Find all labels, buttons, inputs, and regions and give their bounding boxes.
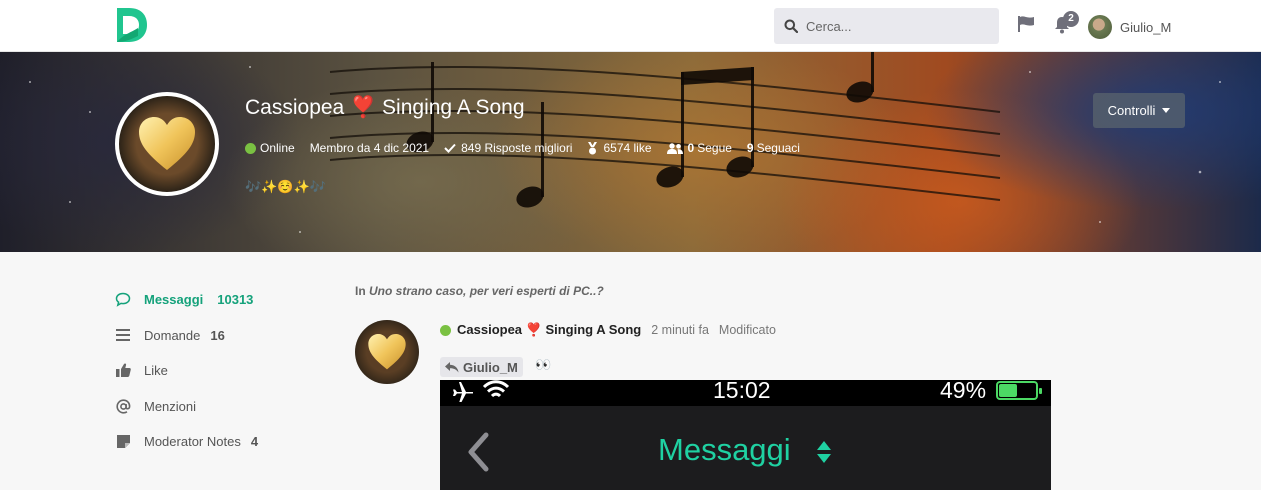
- post-topic: In Uno strano caso, per veri esperti di …: [355, 284, 604, 298]
- wifi-icon: [482, 380, 510, 398]
- phone-clock: 15:02: [713, 380, 771, 403]
- note-icon: [115, 433, 131, 449]
- sidebar-item-messaggi[interactable]: Messaggi 10313: [115, 291, 253, 307]
- embedded-screenshot: 15:02 49% Messaggi: [440, 380, 1051, 490]
- user-avatar[interactable]: [1088, 15, 1112, 39]
- post-header: Cassiopea ❣️ Singing A Song 2 minuti fa …: [440, 322, 776, 338]
- profile-name: Cassiopea ❣️ Singing A Song: [245, 96, 525, 119]
- sort-arrows-icon: [817, 441, 831, 463]
- phone-status-bar: 15:02 49%: [440, 380, 1051, 406]
- search-box[interactable]: [774, 8, 999, 44]
- chat-bubble-icon: [115, 291, 131, 307]
- search-input[interactable]: [806, 18, 986, 34]
- top-navbar: 2 Giulio_M: [0, 0, 1261, 52]
- profile-bio: 🎶✨☺️✨🎶: [245, 179, 326, 194]
- username-link[interactable]: Giulio_M: [1120, 20, 1171, 35]
- back-chevron-icon: [468, 432, 489, 472]
- post-edited-label: Modificato: [718, 323, 776, 337]
- profile-stats: Online Membro da 4 dic 2021 849 Risposte…: [245, 141, 815, 155]
- airplane-icon: [453, 382, 473, 402]
- search-icon: [784, 19, 798, 33]
- post-author-name[interactable]: Cassiopea ❣️ Singing A Song: [457, 322, 641, 338]
- list-icon: [115, 327, 131, 343]
- reply-icon: [445, 361, 459, 372]
- likes-stat: 6574 like: [587, 141, 652, 155]
- check-icon: [444, 143, 456, 153]
- post-author-avatar[interactable]: [355, 320, 419, 384]
- phone-battery-percent: 49%: [940, 380, 987, 403]
- gold-heart-icon: [139, 117, 195, 170]
- battery-icon: [996, 381, 1042, 400]
- phone-screen-title: Messaggi: [658, 432, 791, 467]
- profile-cover: Cassiopea ❣️ Singing A Song Online Membr…: [0, 52, 1261, 252]
- reply-to-chip[interactable]: Giulio_M: [440, 357, 523, 377]
- online-dot-icon: [245, 142, 256, 154]
- profile-picture: [115, 92, 219, 196]
- users-icon: [666, 142, 683, 154]
- notification-badge: 2: [1063, 11, 1079, 27]
- flag-icon[interactable]: [1018, 16, 1035, 32]
- sidebar-item-like[interactable]: Like: [115, 362, 168, 378]
- controls-dropdown-button[interactable]: Controlli: [1093, 93, 1185, 128]
- sidebar-item-menzioni[interactable]: Menzioni: [115, 398, 196, 414]
- medal-icon: [588, 141, 598, 154]
- at-icon: [115, 398, 131, 414]
- sidebar-item-moderator-notes[interactable]: Moderator Notes 4: [115, 433, 258, 449]
- best-answers[interactable]: 849 Risposte migliori: [444, 141, 572, 155]
- thumbs-up-icon: [115, 362, 131, 378]
- online-status: Online: [245, 141, 295, 155]
- post-reaction-emoji: 👀: [535, 357, 552, 372]
- followers-stat[interactable]: 9 Seguaci: [747, 141, 800, 155]
- caret-down-icon: [1162, 108, 1171, 113]
- site-logo[interactable]: [114, 6, 148, 44]
- post-time[interactable]: 2 minuti fa: [651, 323, 709, 337]
- sidebar-item-domande[interactable]: Domande 16: [115, 327, 225, 343]
- online-dot-icon: [440, 324, 451, 336]
- topic-link[interactable]: Uno strano caso, per veri esperti di PC.…: [369, 284, 604, 298]
- gold-heart-icon: [368, 334, 406, 370]
- member-since: Membro da 4 dic 2021: [309, 141, 430, 155]
- following-stat[interactable]: 0 Segue: [666, 141, 732, 155]
